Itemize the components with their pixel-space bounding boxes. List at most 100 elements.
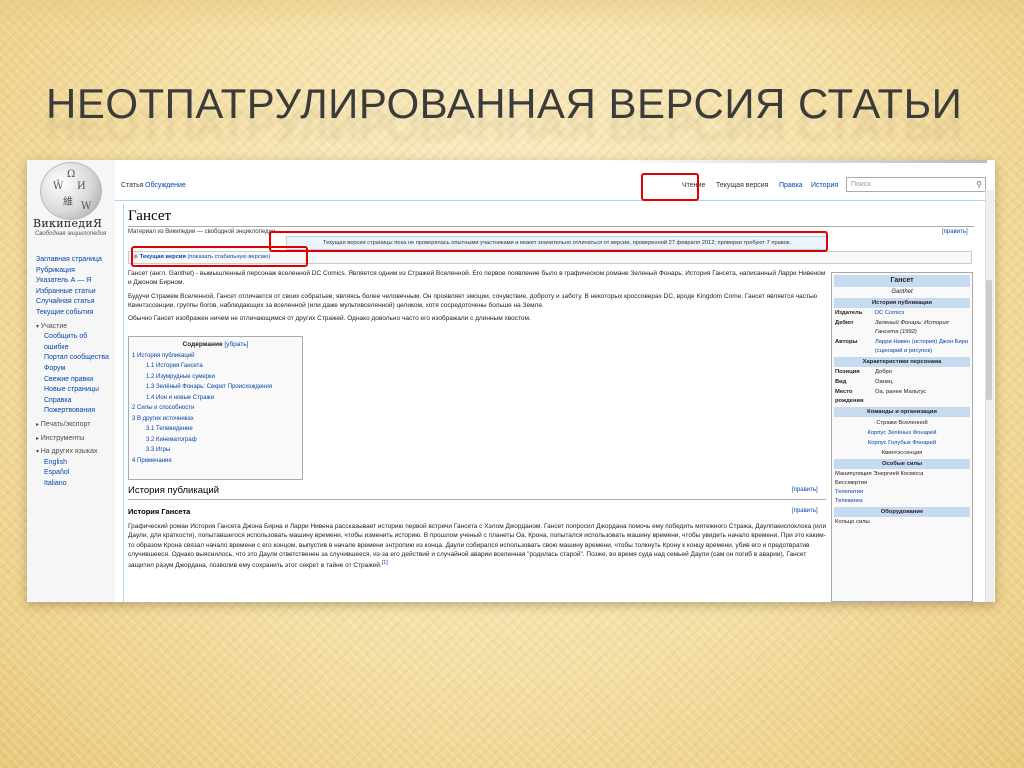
infobox-team[interactable]: Корпус Зелёных Фонарей	[832, 428, 972, 438]
toc-item[interactable]: 3.2 Кинематограф	[129, 435, 302, 446]
table-of-contents: Содержание [убрать] 1 История публикаций…	[128, 336, 303, 480]
sidebar-navigation: Заглавная страница Рубрикация Указатель …	[36, 255, 116, 489]
toc-item[interactable]: 1.1 История Гансета	[129, 361, 302, 372]
toc-item[interactable]: 1.2 Изумрудные сумерки	[129, 372, 302, 383]
infobox-team: Квинтэссенция	[881, 450, 923, 456]
infobox-key: Издатель	[835, 310, 863, 316]
tab-edit[interactable]: Правка	[779, 182, 803, 189]
sidebar-item-current-events[interactable]: Текущие события	[36, 308, 116, 319]
sidebar-header-print[interactable]: Печать/экспорт	[36, 420, 116, 431]
sidebar-header-participation[interactable]: Участие	[36, 322, 116, 333]
infobox-row: Дебют Зеленый Фонарь: История Гансета (1…	[835, 319, 969, 337]
sidebar-header-languages[interactable]: На других языках	[36, 447, 116, 458]
infobox-value: Оанец	[875, 379, 893, 385]
infobox-power[interactable]: Телекинез	[835, 497, 969, 506]
infobox-key: Дебют	[835, 320, 854, 326]
toc-item[interactable]: 2 Силы и способности	[129, 403, 302, 414]
sidebar-item-recent-changes[interactable]: Свежие правки	[36, 375, 116, 386]
infobox-section-powers: Особые силы	[834, 459, 970, 469]
intro-paragraph-3: Обычно Гансет изображен ничем не отличаю…	[128, 315, 531, 323]
edit-link-subsection[interactable]: [править]	[792, 508, 818, 514]
page-title: Гансет	[128, 208, 172, 224]
tab-article[interactable]: Статья	[121, 182, 144, 189]
toc-item[interactable]: 3 В других источниках	[129, 414, 302, 425]
sidebar-item-community-portal[interactable]: Портал сообщества	[36, 353, 116, 364]
sidebar-item-lang-it[interactable]: Italiano	[36, 479, 116, 490]
infobox-row: Вид Оанец	[835, 378, 969, 387]
highlight-read-tab	[641, 173, 699, 201]
infobox-value[interactable]: DC Comics	[875, 309, 969, 318]
toc-item[interactable]: 3.3 Игры	[129, 445, 302, 456]
tab-current-version[interactable]: Текущая версия	[716, 182, 768, 189]
scrollbar-thumb[interactable]	[986, 280, 992, 400]
search-icon[interactable]: ⚲	[976, 178, 982, 191]
sidebar-item-donate[interactable]: Пожертвования	[36, 406, 116, 417]
toc-header: Содержание [убрать]	[129, 340, 302, 351]
sidebar-item-report-error-2[interactable]: ошибке	[36, 343, 116, 354]
sidebar-item-lang-en[interactable]: English	[36, 458, 116, 469]
intro-paragraph-2: Будучи Стражем Вселенной, Гансет отличае…	[128, 292, 818, 309]
sidebar-item-forum[interactable]: Форум	[36, 364, 116, 375]
screenshot-top-edge	[607, 160, 987, 163]
infobox: Гансет Ganthet История публикации Издате…	[831, 272, 973, 602]
infobox-section-equipment: Оборудование	[834, 507, 970, 517]
infobox-key: Позиция	[835, 369, 860, 375]
tab-discussion[interactable]: Обсуждение	[145, 182, 186, 189]
infobox-key: Вид	[835, 379, 847, 385]
highlight-current-version	[131, 246, 308, 267]
edit-link-section[interactable]: [править]	[792, 487, 818, 493]
toc-item[interactable]: 1.4 Ион и новые Стражи	[129, 393, 302, 404]
sidebar-item-index[interactable]: Указатель А — Я	[36, 276, 116, 287]
section-divider	[128, 499, 826, 500]
section-heading-publications: История публикаций	[128, 485, 220, 496]
infobox-value[interactable]: Ларри Нивен (история) Джон Бирн (сценари…	[875, 338, 969, 356]
sidebar-item-random[interactable]: Случайная статья	[36, 297, 116, 308]
infobox-section-teams: Команды и организации	[834, 407, 970, 417]
toc-item[interactable]: 1 История публикаций	[129, 351, 302, 362]
infobox-power[interactable]: Телепатия	[835, 488, 969, 497]
infobox-original-name: Ganthet	[891, 289, 913, 295]
sidebar-item-report-error[interactable]: Сообщить об	[36, 332, 116, 343]
infobox-section-character: Характеристики персонажа	[834, 357, 970, 367]
section-paragraph: Графический роман История Гансета Джона …	[128, 522, 828, 571]
intro-text: Гансет (англ. Ganthet) - вымышленный пер…	[128, 269, 828, 327]
toc-item[interactable]: 3.1 Телевидение	[129, 424, 302, 435]
infobox-section-publication: История публикации	[834, 298, 970, 308]
infobox-row: Издатель DC Comics	[835, 309, 969, 318]
infobox-value: Добро	[875, 369, 892, 375]
title-divider	[128, 226, 974, 227]
slide-title: НЕОТПАТРУЛИРОВАННАЯ ВЕРСИЯ СТАТЬИ	[46, 80, 1006, 128]
sidebar-item-new-pages[interactable]: Новые страницы	[36, 385, 116, 396]
intro-paragraph-1: Гансет (англ. Ganthet) - вымышленный пер…	[128, 270, 826, 287]
search-input[interactable]: Поиск ⚲	[846, 177, 986, 192]
section-paragraph-text: Графический роман История Гансета Джона …	[128, 523, 827, 570]
tab-history[interactable]: История	[811, 182, 838, 189]
toc-toggle-link[interactable]: [убрать]	[224, 341, 248, 348]
page-subtitle: Материал из Википедии — свободной энцикл…	[128, 229, 276, 235]
infobox-value: Оа, ранее Мальтус	[875, 389, 927, 395]
infobox-key: Место рождения	[835, 389, 864, 404]
infobox-row: Позиция Добро	[835, 368, 969, 377]
wiki-logo-text: ВикипедиЯ	[33, 217, 103, 230]
sidebar-item-help[interactable]: Справка	[36, 396, 116, 407]
sidebar-header-tools[interactable]: Инструменты	[36, 434, 116, 445]
subsection-heading-ganthet-history: История Гансета	[128, 507, 191, 516]
toc-item[interactable]: 4 Примечания	[129, 456, 302, 467]
sidebar-item-main-page[interactable]: Заглавная страница	[36, 255, 116, 266]
edit-link-top[interactable]: [править]	[942, 229, 968, 235]
toc-item[interactable]: 1.3 Зелёный Фонарь: Секрет Происхождения	[129, 382, 302, 393]
sidebar-item-lang-es[interactable]: Español	[36, 468, 116, 479]
section-text: Графический роман История Гансета Джона …	[128, 522, 828, 575]
tabs-divider	[115, 200, 995, 201]
reference-link[interactable]: [1]	[382, 560, 388, 566]
infobox-title: Гансет	[834, 275, 970, 287]
sidebar-item-featured[interactable]: Избранные статьи	[36, 287, 116, 298]
infobox-row: Авторы Ларри Нивен (история) Джон Бирн (…	[835, 338, 969, 356]
sidebar-item-categories[interactable]: Рубрикация	[36, 266, 116, 277]
infobox-power: Бессмертия	[835, 480, 868, 486]
infobox-power: Манипуляция Энергией Космоса	[835, 471, 924, 477]
toc-title: Содержание	[182, 341, 223, 348]
wikipedia-globe-icon[interactable]: Ω Ŵ И 維 W	[40, 162, 102, 220]
infobox-team[interactable]: Корпус Голубых Фонарей	[832, 438, 972, 448]
infobox-key: Авторы	[835, 339, 858, 345]
